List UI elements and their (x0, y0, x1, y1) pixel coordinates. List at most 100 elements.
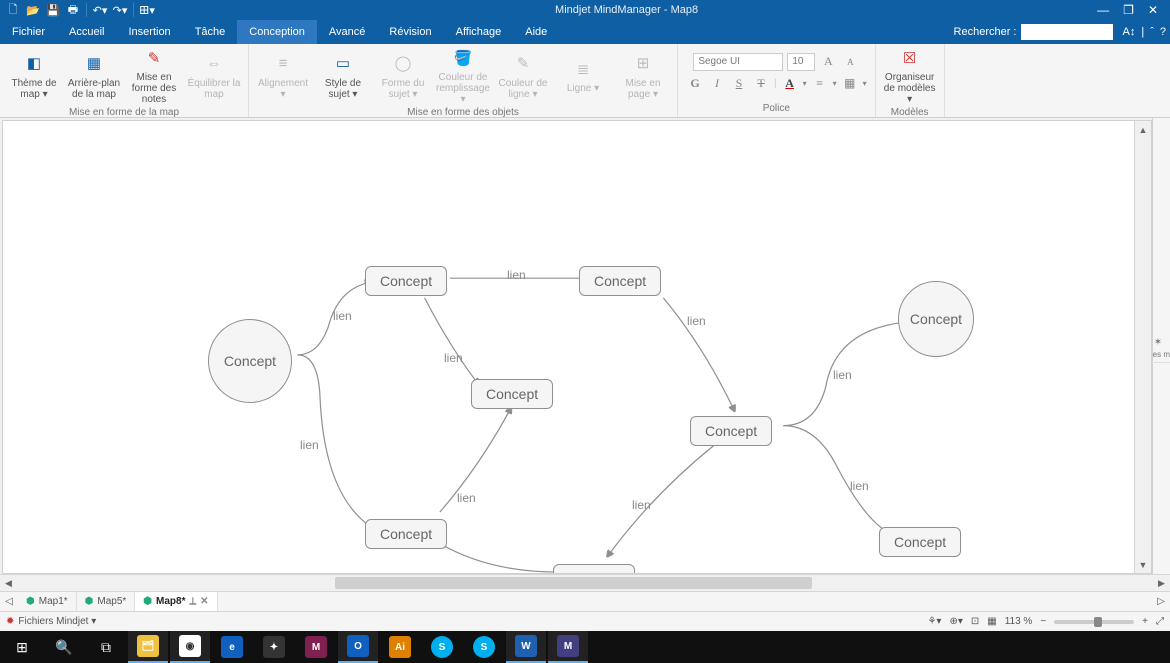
grow-font-icon[interactable]: A (819, 53, 837, 71)
app1[interactable]: ✦ (254, 631, 294, 663)
close-button[interactable]: ✕ (1148, 3, 1158, 17)
scroll-right-icon[interactable]: ▶ (1153, 575, 1170, 592)
view-icon-2[interactable]: ▦ (987, 616, 996, 627)
link-label: lien (833, 368, 852, 382)
align-button[interactable]: ≡ (811, 75, 829, 93)
skype2-app[interactable]: S (464, 631, 504, 663)
chrome-app[interactable]: ◉ (170, 631, 210, 663)
italic-button[interactable]: I (708, 75, 726, 93)
word-app[interactable]: W (506, 631, 546, 663)
topic-style-icon: ▭ (333, 55, 353, 75)
app2[interactable]: M (296, 631, 336, 663)
tab-revision[interactable]: Révision (377, 20, 443, 44)
new-doc-icon[interactable]: 🗋 (4, 1, 22, 19)
scroll-track[interactable] (17, 575, 1153, 591)
zoom-slider[interactable] (1054, 620, 1134, 624)
collapse-ribbon-icon[interactable]: ˆ (1150, 26, 1154, 38)
concept-node[interactable]: Concept (579, 266, 661, 296)
concept-node[interactable]: Concept (471, 379, 553, 409)
document-tab[interactable]: ⬢Map8*⟂✕ (135, 592, 217, 611)
skype1-app[interactable]: S (422, 631, 462, 663)
status-bar: ✹ Fichiers Mindjet ▾ ⚘▾ ⊕▾ ⊡ ▦ 113 % − +… (0, 611, 1170, 631)
close-tab-icon[interactable]: ✕ (200, 596, 208, 607)
zoom-out-button[interactable]: − (1040, 616, 1046, 627)
mindjet-app[interactable]: M (548, 631, 588, 663)
template-organizer-button[interactable]: ☒Organiseur de modèles ▾ (882, 47, 938, 105)
mindjet-files-icon: ✹ (6, 616, 14, 627)
help-icon[interactable]: ? (1160, 26, 1166, 38)
tab-tache[interactable]: Tâche (183, 20, 238, 44)
shrink-font-icon[interactable]: A (841, 53, 859, 71)
mindjet-files-dropdown[interactable]: Fichiers Mindjet ▾ (18, 616, 96, 627)
notes-format-button[interactable]: ✎Mise en forme des notes (126, 47, 182, 105)
document-tabs: ◁ ⬢Map1*⬢Map5*⬢Map8*⟂✕ ▷ (0, 591, 1170, 611)
layout-icon[interactable]: 𐌎▾ (138, 1, 156, 19)
edge-app[interactable]: e (212, 631, 252, 663)
concept-node[interactable]: Concept (365, 266, 447, 296)
group-font: Segoe UI 10 A A G I S T | A▾ ≡▾ ▦▾ Polic… (678, 44, 876, 117)
concept-node[interactable]: Concept (898, 281, 974, 357)
link-label: lien (333, 309, 352, 323)
title-bar: 🗋 📂 💾 🖶 ↶▾ ↷▾ 𐌎▾ Mindjet MindManager - M… (0, 0, 1170, 20)
tabs-prev-icon[interactable]: ◁ (0, 596, 18, 607)
view-icon-1[interactable]: ⊡ (971, 616, 979, 627)
tab-conception[interactable]: Conception (237, 20, 317, 44)
open-icon[interactable]: 📂 (24, 1, 42, 19)
print-icon[interactable]: 🖶 (64, 1, 82, 19)
concept-node[interactable]: Concept (879, 527, 961, 557)
tab-aide[interactable]: Aide (513, 20, 559, 44)
scroll-up-icon[interactable]: ▲ (1135, 121, 1151, 138)
concept-node[interactable]: Concept (365, 519, 447, 549)
concept-node[interactable]: Concept (208, 319, 292, 403)
shape-icon: ◯ (393, 55, 413, 75)
zoom-level: 113 % (1005, 616, 1033, 627)
explorer-app[interactable]: 🗂 (128, 631, 168, 663)
font-color-button[interactable]: A (781, 75, 799, 93)
tab-avance[interactable]: Avancé (317, 20, 378, 44)
link-label: lien (300, 438, 319, 452)
highlight-button[interactable]: ▦ (841, 75, 859, 93)
status-icon[interactable]: ⊕▾ (949, 616, 962, 627)
search-button[interactable]: 🔍 (44, 631, 84, 663)
vertical-scrollbar[interactable]: ▲ ▼ (1134, 121, 1151, 573)
illustrator-app[interactable]: Ai (380, 631, 420, 663)
minimize-button[interactable]: — (1097, 3, 1109, 17)
tab-insertion[interactable]: Insertion (116, 20, 182, 44)
fit-button[interactable]: ⤢ (1156, 616, 1164, 627)
background-button[interactable]: ▦Arrière-plan de la map (66, 53, 122, 100)
restore-button[interactable]: ❐ (1123, 3, 1134, 17)
window-controls: — ❐ ✕ (1097, 3, 1170, 17)
strike-button[interactable]: T (752, 75, 770, 93)
scroll-thumb[interactable] (335, 577, 812, 589)
tab-fichier[interactable]: Fichier (0, 20, 57, 44)
search-box: Rechercher : (954, 20, 1119, 44)
concept-node[interactable]: Concept (553, 564, 635, 574)
underline-button[interactable]: S (730, 75, 748, 93)
filter-icon[interactable]: ⚘▾ (927, 616, 941, 627)
task-view-button[interactable]: ⧉ (86, 631, 126, 663)
search-input[interactable] (1021, 24, 1113, 40)
document-tab[interactable]: ⬢Map1* (18, 592, 77, 611)
horizontal-scrollbar[interactable]: ◀ ▶ (0, 574, 1170, 591)
bold-button[interactable]: G (686, 75, 704, 93)
zoom-in-button[interactable]: + (1142, 616, 1148, 627)
font-size-combo[interactable]: 10 (787, 53, 815, 71)
tabs-next-icon[interactable]: ▷ (1152, 596, 1170, 607)
canvas[interactable]: Concept Concept Concept Concept Concept Conce… (2, 120, 1152, 574)
font-name-combo[interactable]: Segoe UI (693, 53, 783, 71)
save-icon[interactable]: 💾 (44, 1, 62, 19)
undo-icon[interactable]: ↶▾ (91, 1, 109, 19)
scroll-left-icon[interactable]: ◀ (0, 575, 17, 592)
scroll-down-icon[interactable]: ▼ (1135, 556, 1151, 573)
outlook-app[interactable]: O (338, 631, 378, 663)
tab-accueil[interactable]: Accueil (57, 20, 116, 44)
tab-affichage[interactable]: Affichage (444, 20, 514, 44)
concept-node[interactable]: Concept (690, 416, 772, 446)
theme-button[interactable]: ◧Thème de map ▾ (6, 53, 62, 100)
text-size-icon[interactable]: A↕ (1123, 26, 1136, 38)
pin-icon[interactable]: ⟂ (189, 596, 196, 607)
redo-icon[interactable]: ↷▾ (111, 1, 129, 19)
topic-style-button[interactable]: ▭Style de sujet ▾ (315, 53, 371, 100)
document-tab[interactable]: ⬢Map5* (77, 592, 136, 611)
start-button[interactable]: ⊞ (2, 631, 42, 663)
